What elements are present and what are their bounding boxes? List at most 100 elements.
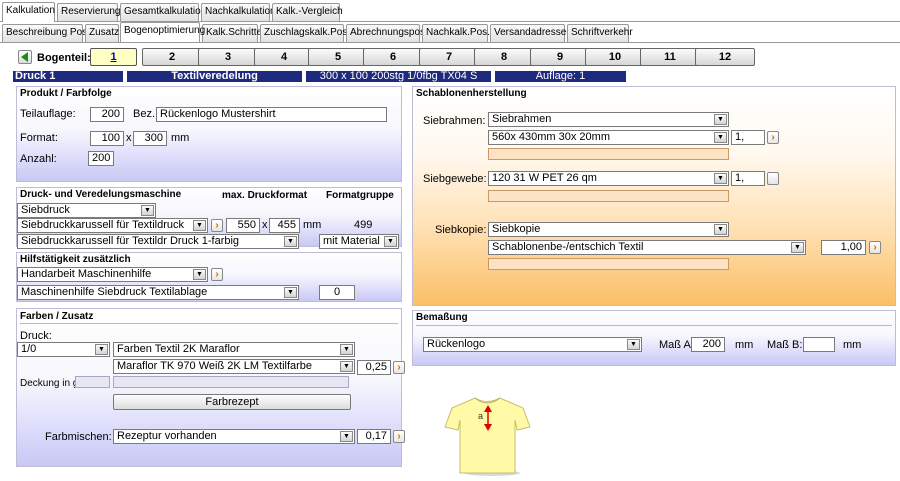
tab-schriftverkehr[interactable]: Schriftverkehr xyxy=(567,24,633,42)
bogenteil-page-12[interactable]: 12 xyxy=(695,48,755,66)
tshirt-icon xyxy=(444,397,531,476)
chevron-down-icon[interactable]: ▼ xyxy=(714,173,727,184)
siebrahmen-select[interactable]: Siebrahmen ▼ xyxy=(488,112,729,127)
bogenteil-page-4[interactable]: 4 xyxy=(254,48,314,66)
chevron-down-icon[interactable]: ▼ xyxy=(193,269,206,280)
tab-gesamtkalkulation[interactable]: Gesamtkalkulation xyxy=(120,3,206,21)
produkt-panel: Produkt / Farbfolge Teilauflage: 200 Bez… xyxy=(16,86,402,182)
siebrahmen-qty-input[interactable]: 1, xyxy=(731,130,765,145)
farbsystem-select[interactable]: Farben Textil 2K Maraflor ▼ xyxy=(113,342,355,357)
mass-a-unit: mm xyxy=(735,339,754,351)
bogenteil-page-11[interactable]: 11 xyxy=(640,48,700,66)
farbe-value-input[interactable]: 0,25 xyxy=(357,360,391,375)
bogenteil-page-5[interactable]: 5 xyxy=(308,48,368,66)
tab-beschreibung-pos[interactable]: Beschreibung Pos. xyxy=(2,24,90,42)
tab-abrechnungspos[interactable]: Abrechnungspos. xyxy=(346,24,428,42)
siebrahmen-label: Siebrahmen: xyxy=(423,115,486,127)
hilfs-item2-select[interactable]: Maschinenhilfe Siebdruck Textilablage ▼ xyxy=(17,285,299,300)
chevron-down-icon[interactable]: ▼ xyxy=(384,236,397,247)
tab-nachkalkulation[interactable]: Nachkalkulation xyxy=(201,3,276,21)
bogenteil-page-2[interactable]: 2 xyxy=(142,48,202,66)
format-x-label: x xyxy=(126,132,132,144)
tab-reservierung[interactable]: Reservierung xyxy=(57,3,120,21)
deckung-input[interactable] xyxy=(75,376,110,388)
mass-b-unit: mm xyxy=(843,339,862,351)
schablone-lookup-button[interactable]: › xyxy=(869,241,881,254)
teilauflage-input[interactable]: 200 xyxy=(90,107,124,122)
mass-a-input[interactable]: 200 xyxy=(691,337,725,352)
siebrahmen-size-select[interactable]: 560x 430mm 30x 20mm ▼ xyxy=(488,130,729,145)
tab-versandadressen[interactable]: Versandadressen xyxy=(490,24,572,42)
chevron-down-icon[interactable]: ▼ xyxy=(340,361,353,372)
produkt-title: Produkt / Farbfolge xyxy=(20,88,112,99)
bogenteil-page-1[interactable]: 1 xyxy=(90,48,137,66)
maschine-value: Siebdruckkarussell für Textildruck xyxy=(21,219,185,231)
farbmischen-value-input[interactable]: 0,17 xyxy=(357,429,391,444)
mass-b-input[interactable] xyxy=(803,337,835,352)
bogenteil-page-10[interactable]: 10 xyxy=(585,48,645,66)
chevron-down-icon[interactable]: ▼ xyxy=(714,114,727,125)
farbe-select[interactable]: Maraflor TK 970 Weiß 2K LM Textilfarbe ▼ xyxy=(113,359,355,374)
verfahren-value: Siebdruck xyxy=(21,204,70,216)
bogenteil-page-6[interactable]: 6 xyxy=(363,48,423,66)
siebgewebe-label: Siebgewebe: xyxy=(423,173,487,185)
hilfs-value-input[interactable]: 0 xyxy=(319,285,355,300)
anzahl-input[interactable]: 200 xyxy=(88,151,114,166)
chevron-down-icon[interactable]: ▼ xyxy=(714,132,727,143)
farbmischen-select[interactable]: Rezeptur vorhanden ▼ xyxy=(113,429,355,444)
bogenteil-page-9[interactable]: 9 xyxy=(530,48,590,66)
chevron-down-icon[interactable]: ▼ xyxy=(627,339,640,350)
tab-kalk-schritte[interactable]: Kalk.Schritte xyxy=(202,24,262,42)
druck-farben-select[interactable]: 1/0 ▼ xyxy=(17,342,110,357)
verfahren-select[interactable]: Siebdruck ▼ xyxy=(17,203,156,218)
arrow-right-icon: › xyxy=(215,220,219,231)
chevron-down-icon[interactable]: ▼ xyxy=(284,236,297,247)
max-width-input[interactable]: 550 xyxy=(226,218,260,233)
chevron-down-icon[interactable]: ▼ xyxy=(714,224,727,235)
max-height-input[interactable]: 455 xyxy=(269,218,300,233)
maschine-select[interactable]: Siebdruckkarussell für Textildruck ▼ xyxy=(17,218,208,233)
bogenteil-page-3[interactable]: 3 xyxy=(198,48,258,66)
maschine-lookup-button[interactable]: › xyxy=(211,219,223,232)
chevron-down-icon[interactable]: ▼ xyxy=(340,344,353,355)
bez-input[interactable]: Rückenlogo Mustershirt xyxy=(156,107,387,122)
chevron-down-icon[interactable]: ▼ xyxy=(791,242,804,253)
format-width-input[interactable]: 100 xyxy=(90,131,124,146)
bemassung-position-select[interactable]: Rückenlogo ▼ xyxy=(423,337,642,352)
farbe-lookup-button[interactable]: › xyxy=(393,361,405,374)
arrow-right-icon: › xyxy=(397,362,401,373)
veredelung-label: Textilveredelung xyxy=(127,71,302,82)
tab-zuschlagskalk-pos[interactable]: Zuschlagskalk.Pos. xyxy=(260,24,350,42)
siebgewebe-lookup-button[interactable] xyxy=(767,172,779,185)
hilfs-lookup-button[interactable]: › xyxy=(211,268,223,281)
tab-kalk-vergleich[interactable]: Kalk.-Vergleich xyxy=(272,3,343,21)
maschine-panel: Druck- und Veredelungsmaschine max. Druc… xyxy=(16,187,402,249)
tab-zusatz[interactable]: Zusatz xyxy=(85,24,119,42)
arrow-right-icon: › xyxy=(215,269,219,280)
bemassung-panel: Bemaßung Rückenlogo ▼ Maß A: 200 mm Maß B… xyxy=(412,310,896,366)
siebrahmen-lookup-button[interactable]: › xyxy=(767,131,779,144)
farbrezept-button[interactable]: Farbrezept xyxy=(113,394,351,410)
schablone-qty-input[interactable]: 1,00 xyxy=(821,240,866,255)
hilfs-item1-select[interactable]: Handarbeit Maschinenhilfe ▼ xyxy=(17,267,208,282)
siebkopie-select[interactable]: Siebkopie ▼ xyxy=(488,222,729,237)
tab-kalkulation[interactable]: Kalkulation xyxy=(2,2,55,22)
schablone-select[interactable]: Schablonenbe-/entschich Textil ▼ xyxy=(488,240,806,255)
back-arrow-button[interactable] xyxy=(18,50,32,64)
material-select[interactable]: mit Material ▼ xyxy=(319,234,399,249)
bogenteil-page-7[interactable]: 7 xyxy=(419,48,479,66)
tab-nachkalk-pos[interactable]: Nachkalk.Pos. xyxy=(422,24,490,42)
chevron-down-icon[interactable]: ▼ xyxy=(141,205,154,216)
farbmischen-lookup-button[interactable]: › xyxy=(393,430,405,443)
chevron-down-icon[interactable]: ▼ xyxy=(95,344,108,355)
tab-bogenoptimierung[interactable]: Bogenoptimierung xyxy=(120,22,205,42)
siebgewebe-select[interactable]: 120 31 W PET 26 qm ▼ xyxy=(488,171,729,186)
chevron-down-icon[interactable]: ▼ xyxy=(340,431,353,442)
chevron-down-icon[interactable]: ▼ xyxy=(284,287,297,298)
schablone-bar xyxy=(488,258,729,270)
maschine-variante-select[interactable]: Siebdruckkarussell für Textildr Druck 1-… xyxy=(17,234,299,249)
format-height-input[interactable]: 300 xyxy=(133,131,167,146)
siebgewebe-qty-input[interactable]: 1, xyxy=(731,171,765,186)
bogenteil-page-8[interactable]: 8 xyxy=(474,48,534,66)
chevron-down-icon[interactable]: ▼ xyxy=(193,220,206,231)
